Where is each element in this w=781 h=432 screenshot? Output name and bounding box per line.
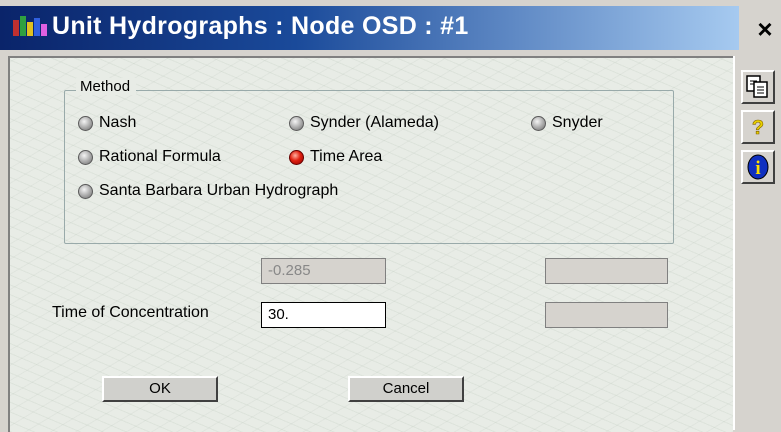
time-of-concentration-input[interactable]: 30. [261, 302, 386, 328]
side-toolbar: ? i [733, 56, 781, 430]
radio-label: Santa Barbara Urban Hydrograph [99, 182, 339, 199]
help-button[interactable]: ? [741, 110, 775, 144]
time-of-concentration-label: Time of Concentration [52, 304, 209, 321]
radio-synder-alameda[interactable]: Synder (Alameda) [289, 114, 439, 132]
app-icon [13, 16, 47, 36]
ok-button[interactable]: OK [102, 376, 218, 402]
radio-label: Time Area [310, 148, 383, 165]
method-legend: Method [76, 78, 137, 95]
disabled-value-field: -0.285 [261, 258, 386, 284]
cancel-button[interactable]: Cancel [348, 376, 464, 402]
radio-button-icon [531, 115, 546, 131]
radio-snyder[interactable]: Snyder [531, 114, 603, 132]
info-icon: i [747, 154, 769, 180]
radio-rational-formula[interactable]: Rational Formula [78, 148, 221, 166]
title-bar[interactable]: Unit Hydrographs : Node OSD : #1 × [0, 0, 781, 56]
info-button[interactable]: i [741, 150, 775, 184]
help-glyph: ? [752, 117, 764, 139]
dialog-body: Method Nash Synder (Alameda) Snyder Rati… [0, 56, 781, 432]
radio-button-icon [78, 149, 93, 165]
info-glyph: i [755, 158, 760, 179]
help-icon: ? [752, 117, 765, 140]
radio-button-icon [78, 183, 93, 199]
radio-label: Nash [99, 114, 137, 131]
radio-label: Rational Formula [99, 148, 221, 165]
radio-button-icon [78, 115, 93, 131]
window-title: Unit Hydrographs : Node OSD : #1 [52, 12, 469, 40]
close-button[interactable]: × [750, 10, 780, 48]
copy-button[interactable] [741, 70, 775, 104]
radio-time-area[interactable]: Time Area [289, 148, 382, 166]
radio-santa-barbara[interactable]: Santa Barbara Urban Hydrograph [78, 182, 338, 200]
radio-label: Snyder [552, 114, 603, 131]
dialog-window: Unit Hydrographs : Node OSD : #1 × Metho… [0, 0, 781, 432]
right-top-field [545, 258, 668, 284]
copy-icon [746, 75, 768, 98]
radio-button-icon [289, 115, 304, 131]
radio-selected-icon [289, 149, 304, 165]
radio-label: Synder (Alameda) [310, 114, 439, 131]
radio-nash[interactable]: Nash [78, 114, 136, 132]
client-area: Method Nash Synder (Alameda) Snyder Rati… [8, 56, 733, 432]
right-bottom-field [545, 302, 668, 328]
